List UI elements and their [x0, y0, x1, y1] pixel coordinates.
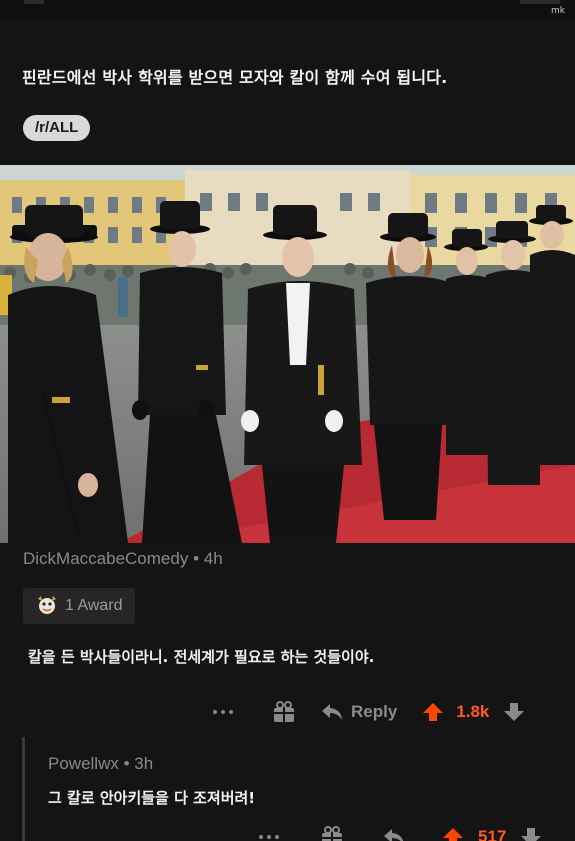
more-icon[interactable]: [212, 708, 234, 716]
status-bar-segment: [520, 0, 560, 4]
ceremony-photo: [0, 165, 575, 543]
subreddit-badge[interactable]: /r/ALL: [23, 115, 91, 141]
award-icon: [38, 596, 56, 614]
status-bar: mk: [0, 0, 575, 22]
comment-time: 4h: [203, 549, 223, 568]
status-bar-segment: [24, 0, 44, 4]
upvote-icon[interactable]: [422, 701, 444, 723]
reply-arrow-icon[interactable]: [382, 827, 406, 841]
reply-label: Reply: [351, 702, 398, 721]
watermark: mk: [551, 6, 565, 16]
thread-line[interactable]: [22, 737, 25, 841]
comment-actions: Reply 1.8k: [212, 698, 525, 726]
post-title: 핀란드에선 박사 학위를 받으면 모자와 칼이 함께 수여 됩니다.: [22, 68, 448, 87]
comment-body: 그 칼로 안아키들을 다 조져버려!: [48, 789, 256, 807]
downvote-icon[interactable]: [503, 701, 525, 723]
comment-body: 칼을 든 박사들이라니. 전세계가 필요로 하는 것들이야.: [28, 648, 375, 666]
comment-author-line: DickMaccabeComedy • 4h: [23, 549, 223, 569]
award-label: 1 Award: [65, 597, 123, 614]
comment-time: 3h: [134, 754, 154, 773]
comment-author[interactable]: DickMaccabeComedy: [23, 549, 188, 568]
separator-dot: •: [123, 754, 135, 773]
award-badge[interactable]: 1 Award: [23, 588, 135, 624]
reply-button[interactable]: Reply: [320, 702, 397, 722]
comment-actions: 517: [258, 823, 542, 841]
upvote-icon[interactable]: [442, 826, 464, 841]
gift-icon[interactable]: [272, 700, 296, 724]
separator-dot: •: [193, 549, 204, 568]
post-image[interactable]: [0, 165, 575, 543]
more-icon[interactable]: [258, 833, 280, 841]
comment-author[interactable]: Powellwx: [48, 754, 119, 773]
reply-arrow-icon: [322, 704, 342, 720]
vote-count: 1.8k: [456, 702, 490, 721]
comment-author-line: Powellwx • 3h: [48, 754, 153, 774]
vote-count: 517: [478, 827, 507, 841]
downvote-icon[interactable]: [520, 826, 542, 841]
gift-icon[interactable]: [320, 825, 344, 841]
